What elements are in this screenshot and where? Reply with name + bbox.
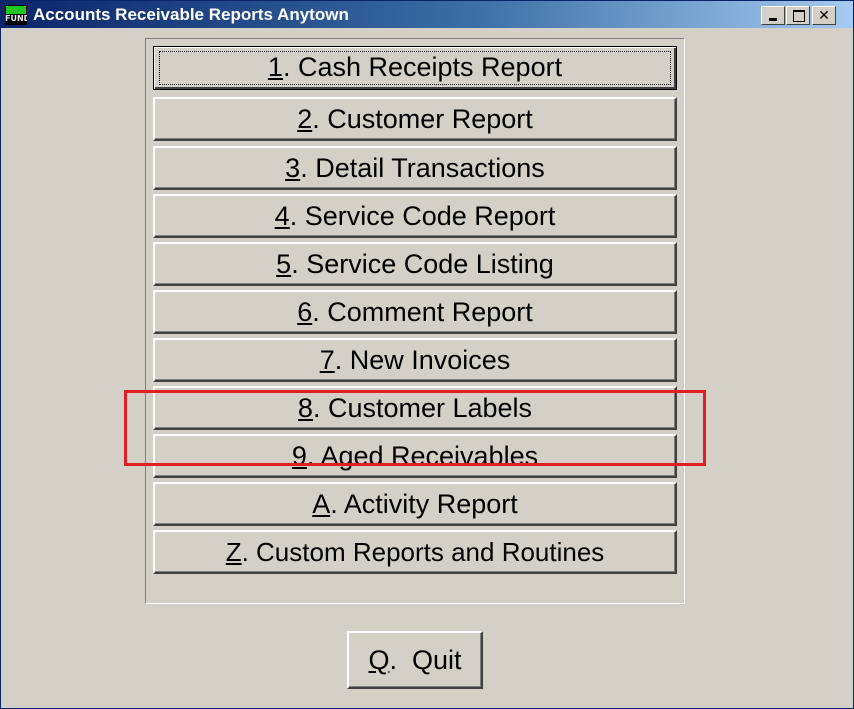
menu-label: . New Invoices <box>334 345 511 375</box>
app-icon: FUND <box>5 5 27 25</box>
menu-label: . Detail Transactions <box>300 153 545 183</box>
menu-key: 4 <box>274 201 290 231</box>
menu-key: 6 <box>297 297 313 327</box>
menu-key: 5 <box>276 249 292 279</box>
comment-report-button[interactable]: 6. Comment Report <box>153 290 677 334</box>
menu-label: . Custom Reports and Routines <box>241 537 605 567</box>
new-invoices-button[interactable]: 7. New Invoices <box>153 338 677 382</box>
quit-key: Q <box>368 645 390 675</box>
aged-receivables-button[interactable]: 9. Aged Receivables <box>153 434 677 478</box>
service-code-listing-button[interactable]: 5. Service Code Listing <box>153 242 677 286</box>
app-window: FUND Accounts Receivable Reports Anytown… <box>0 0 854 709</box>
window-title: Accounts Receivable Reports Anytown <box>33 5 349 24</box>
menu-label: . Service Code Report <box>289 201 556 231</box>
activity-report-button[interactable]: A. Activity Report <box>153 482 677 526</box>
app-icon-label: FUND <box>5 14 27 23</box>
title-bar[interactable]: FUND Accounts Receivable Reports Anytown… <box>1 1 853 28</box>
customer-report-button[interactable]: 2. Customer Report <box>153 97 677 141</box>
menu-label: . Customer Report <box>312 104 533 134</box>
menu-label: . Activity Report <box>330 489 518 519</box>
service-code-report-button[interactable]: 4. Service Code Report <box>153 194 677 238</box>
close-icon: ✕ <box>818 7 830 23</box>
menu-key: 3 <box>285 153 301 183</box>
minimize-button[interactable] <box>761 6 785 25</box>
menu-label: . Comment Report <box>312 297 533 327</box>
menu-key: 8 <box>297 393 313 423</box>
menu-key: 2 <box>297 104 313 134</box>
cash-receipts-report-button[interactable]: 1. Cash Receipts Report <box>153 46 677 90</box>
custom-reports-button[interactable]: Z. Custom Reports and Routines <box>153 530 677 574</box>
menu-key: A <box>312 489 331 519</box>
maximize-icon <box>793 10 805 22</box>
menu-label: . Customer Labels <box>312 393 533 423</box>
minimize-icon <box>769 18 777 21</box>
detail-transactions-button[interactable]: 3. Detail Transactions <box>153 146 677 190</box>
maximize-button[interactable] <box>786 6 810 25</box>
customer-labels-button[interactable]: 8. Customer Labels <box>153 386 677 430</box>
quit-label: . Quit <box>389 645 462 675</box>
menu-key: 9 <box>291 441 307 471</box>
menu-key: 7 <box>319 345 335 375</box>
quit-button[interactable]: Q. Quit <box>347 631 483 689</box>
menu-label: . Service Code Listing <box>291 249 554 279</box>
menu-key: Z <box>225 537 242 567</box>
menu-label: . Aged Receivables <box>306 441 539 471</box>
close-button[interactable]: ✕ <box>812 6 836 25</box>
